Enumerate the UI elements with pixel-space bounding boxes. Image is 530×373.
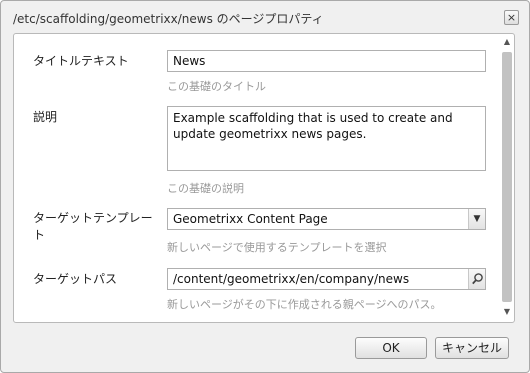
scrollbar-thumb[interactable] <box>502 52 512 302</box>
form-scrollbar[interactable]: ▲ ▼ <box>500 36 514 320</box>
target-path-label: ターゲットパス <box>33 272 118 286</box>
search-icon[interactable] <box>468 269 485 289</box>
close-icon: × <box>506 11 517 24</box>
target-template-select[interactable]: Geometrixx Content Page ▼ <box>167 208 486 230</box>
dialog-title: /etc/scaffolding/geometrixx/news のページプロパ… <box>13 12 324 26</box>
description-hint: この基礎の説明 <box>167 182 244 195</box>
ok-button[interactable]: OK <box>355 337 427 359</box>
title-text-label: タイトルテキスト <box>33 54 129 68</box>
title-text-hint: この基礎のタイトル <box>167 80 266 93</box>
form-panel: タイトルテキスト News この基礎のタイトル 説明 Example scaff… <box>13 33 515 323</box>
target-path-value: /content/geometrixx/en/company/news <box>173 272 410 286</box>
description-textarea[interactable]: Example scaffolding that is used to crea… <box>167 106 486 171</box>
close-button[interactable]: × <box>504 10 519 25</box>
target-path-hint: 新しいページがその下に作成される親ページへのパス。 <box>167 298 442 311</box>
target-template-hint: 新しいページで使用するテンプレートを選択 <box>167 241 387 254</box>
cancel-button[interactable]: キャンセル <box>435 337 509 359</box>
description-label: 説明 <box>33 110 58 124</box>
target-template-label: ターゲットテンプレート <box>33 211 153 242</box>
page-properties-dialog: /etc/scaffolding/geometrixx/news のページプロパ… <box>0 0 530 373</box>
chevron-down-icon[interactable]: ▼ <box>468 209 485 229</box>
scroll-down-arrow-icon[interactable]: ▼ <box>502 307 512 316</box>
title-text-input[interactable]: News <box>167 50 486 72</box>
target-path-field[interactable]: /content/geometrixx/en/company/news <box>167 268 486 290</box>
dialog-title-bar[interactable]: /etc/scaffolding/geometrixx/news のページプロパ… <box>1 1 529 33</box>
target-template-value: Geometrixx Content Page <box>173 212 328 226</box>
scroll-up-arrow-icon[interactable]: ▲ <box>502 37 512 46</box>
